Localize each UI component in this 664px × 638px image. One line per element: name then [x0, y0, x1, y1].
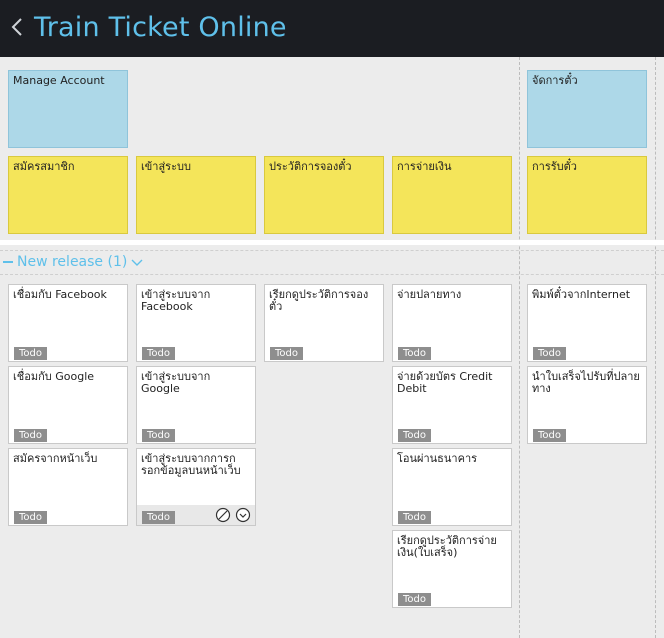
status-badge: Todo: [533, 347, 566, 360]
task-card[interactable]: จ่ายปลายทาง Todo: [392, 284, 512, 362]
status-badge: Todo: [270, 347, 303, 360]
task-text: จ่ายปลายทาง: [397, 288, 462, 301]
task-card[interactable]: พิมพ์ตั๋วจากInternet Todo: [527, 284, 647, 362]
column-divider: [519, 57, 520, 638]
task-text: เชื่อมกับ Facebook: [13, 288, 107, 301]
status-badge: Todo: [398, 511, 431, 524]
status-badge: Todo: [398, 593, 431, 606]
block-icon[interactable]: [215, 507, 231, 523]
task-text: นำใบเสร็จไปรับที่ปลายทาง: [532, 370, 640, 395]
task-text: เรียกดูประวัติการจ่ายเงิน(ใบเสร็จ): [397, 534, 497, 559]
activity-card-manage-tickets[interactable]: จัดการตั๋ว: [527, 70, 647, 148]
task-card[interactable]: เรียกดูประวัติการจองตั๋ว Todo: [264, 284, 384, 362]
task-card[interactable]: เชื่อมกับ Facebook Todo: [8, 284, 128, 362]
feature-label: การรับตั๋ว: [532, 160, 577, 173]
task-text: จ่ายด้วยบัตร Credit Debit: [397, 370, 493, 395]
activity-label: Manage Account: [13, 74, 105, 87]
status-badge: Todo: [398, 429, 431, 442]
status-badge: Todo: [14, 511, 47, 524]
feature-label: ประวัติการจองตั๋ว: [269, 160, 352, 173]
status-badge: Todo: [14, 429, 47, 442]
page-title: Train Ticket Online: [34, 12, 287, 43]
feature-label: สมัครสมาชิก: [13, 160, 75, 173]
task-text: เรียกดูประวัติการจองตั๋ว: [269, 288, 369, 313]
collapse-icon[interactable]: [3, 261, 13, 263]
task-card[interactable]: เข้าสู่ระบบจาก Google Todo: [136, 366, 256, 444]
task-text: โอนผ่านธนาคาร: [397, 452, 478, 465]
task-card[interactable]: โอนผ่านธนาคาร Todo: [392, 448, 512, 526]
task-card[interactable]: เชื่อมกับ Google Todo: [8, 366, 128, 444]
feature-card-register[interactable]: สมัครสมาชิก: [8, 156, 128, 234]
feature-card-booking-history[interactable]: ประวัติการจองตั๋ว: [264, 156, 384, 234]
expand-icon[interactable]: [235, 507, 251, 523]
status-badge: Todo: [142, 429, 175, 442]
task-card[interactable]: เรียกดูประวัติการจ่ายเงิน(ใบเสร็จ) Todo: [392, 530, 512, 608]
task-card[interactable]: จ่ายด้วยบัตร Credit Debit Todo: [392, 366, 512, 444]
feature-card-payment[interactable]: การจ่ายเงิน: [392, 156, 512, 234]
chevron-down-icon[interactable]: [131, 256, 143, 268]
feature-label: การจ่ายเงิน: [397, 160, 452, 173]
release-divider: [0, 274, 664, 275]
task-text: เชื่อมกับ Google: [13, 370, 95, 383]
release-label: New release (1): [17, 254, 128, 270]
feature-card-login[interactable]: เข้าสู่ระบบ: [136, 156, 256, 234]
task-text: พิมพ์ตั๋วจากInternet: [532, 288, 631, 301]
task-text: สมัครจากหน้าเว็บ: [13, 452, 98, 465]
section-separator: [0, 240, 664, 245]
status-badge: Todo: [14, 347, 47, 360]
task-card[interactable]: เข้าสู่ระบบจาก Facebook Todo: [136, 284, 256, 362]
release-toggle[interactable]: New release (1): [3, 253, 143, 271]
activity-label: จัดการตั๋ว: [532, 74, 578, 87]
status-badge: Todo: [142, 347, 175, 360]
status-badge: Todo: [533, 429, 566, 442]
activity-card-manage-account[interactable]: Manage Account: [8, 70, 128, 148]
task-text: เข้าสู่ระบบจาก Facebook: [141, 288, 211, 313]
task-card[interactable]: สมัครจากหน้าเว็บ Todo: [8, 448, 128, 526]
task-card-hovered[interactable]: เข้าสู่ระบบจากการกรอกข้อมูลบนหน้าเว็บ To…: [136, 448, 256, 526]
status-badge: Todo: [142, 511, 175, 524]
back-arrow-icon[interactable]: [8, 12, 26, 42]
app-header: Train Ticket Online: [0, 0, 664, 57]
feature-card-ticket-pickup[interactable]: การรับตั๋ว: [527, 156, 647, 234]
column-divider: [655, 57, 656, 638]
task-card[interactable]: นำใบเสร็จไปรับที่ปลายทาง Todo: [527, 366, 647, 444]
status-badge: Todo: [398, 347, 431, 360]
task-text: เข้าสู่ระบบจาก Google: [141, 370, 211, 395]
feature-label: เข้าสู่ระบบ: [141, 160, 191, 173]
release-divider: [0, 250, 664, 251]
task-text: เข้าสู่ระบบจากการกรอกข้อมูลบนหน้าเว็บ: [141, 452, 241, 477]
